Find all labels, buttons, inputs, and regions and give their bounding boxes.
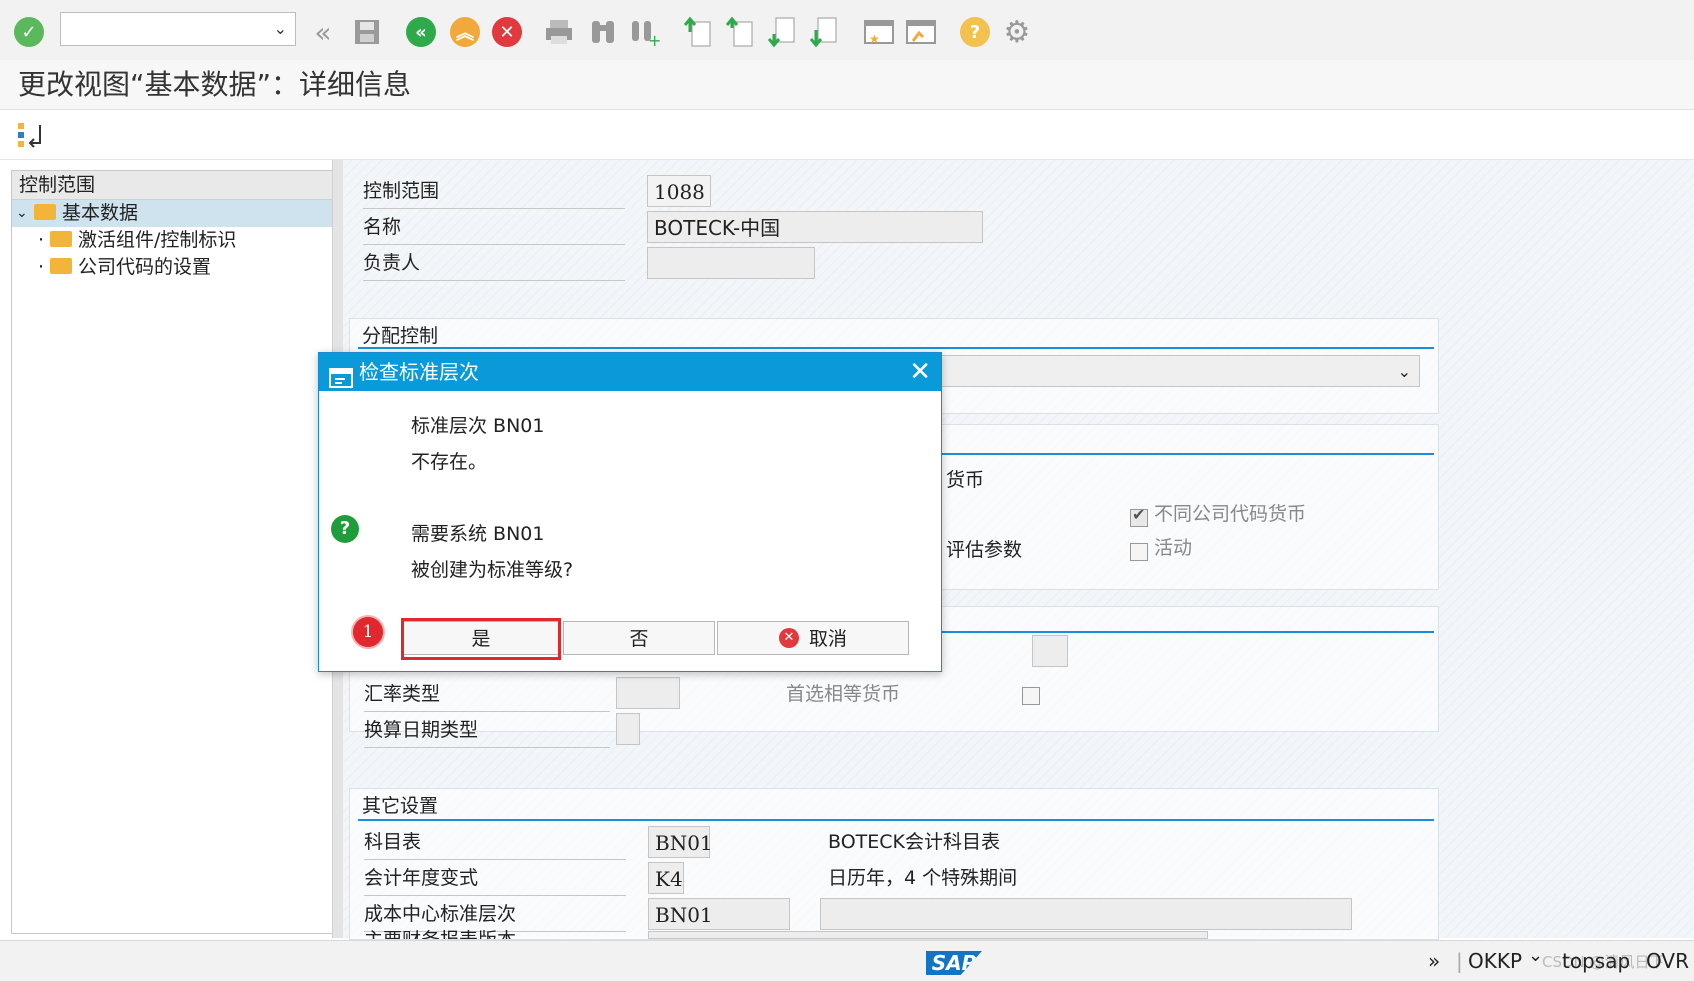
dialog-line-4: 被创建为标准等级? [411, 559, 574, 581]
application-toolbar [0, 111, 1694, 160]
translation-date-field[interactable] [616, 713, 640, 745]
nav-item-label: 激活组件/控制标识 [78, 229, 237, 251]
step-marker-badge: 1 [353, 617, 383, 647]
nav-item-basic-data[interactable]: ⌄ 基本数据 [12, 200, 333, 227]
dialog-line-2: 不存在。 [411, 451, 488, 473]
structure-toggle-icon[interactable] [16, 121, 46, 155]
chevron-down-icon[interactable]: ⌄ [274, 19, 287, 38]
chevron-down-icon[interactable]: ⌄ [1528, 945, 1543, 966]
other-settings-title: 其它设置 [362, 795, 439, 817]
cancel-icon[interactable]: ✕ [490, 15, 524, 49]
cc-hierarchy-desc-field[interactable] [820, 898, 1352, 930]
cancel-icon: ✕ [778, 627, 799, 648]
svg-text:+: + [648, 31, 660, 47]
name-field[interactable]: BOTECK-中国 [647, 211, 983, 243]
fs-version-label: 主要财务报表版本 [364, 927, 626, 939]
enter-icon[interactable]: ✓ [12, 15, 46, 49]
preferred-currency-label: 首选相等货币 [786, 683, 901, 705]
coa-desc: BOTECK会计科目表 [828, 831, 1000, 853]
shortcut-icon[interactable] [904, 15, 938, 49]
dialog-titlebar: 检查标准层次 ✕ [319, 353, 941, 391]
transaction-code: OKKP [1468, 949, 1523, 973]
preferred-currency-checkbox[interactable] [1022, 687, 1040, 705]
fy-variant-desc: 日历年，4 个特殊期间 [828, 867, 1018, 889]
sap-logo: SAP [926, 951, 982, 975]
rate-type-field[interactable] [616, 677, 680, 709]
cancel-button[interactable]: ✕ 取消 [717, 621, 909, 655]
dialog-structure-panel: 控制范围 ⌄ 基本数据 · 激活组件/控制标识 · 公司代码的设置 [11, 170, 334, 934]
command-field[interactable]: ⌄ [60, 12, 296, 46]
name-label: 名称 [363, 210, 625, 245]
yes-button[interactable]: 是 [401, 621, 561, 655]
nav-item-activate-components[interactable]: · 激活组件/控制标识 [12, 227, 333, 254]
valuation-partial-text: 评估参数 [946, 539, 1023, 561]
diff-cc-currency-label: 不同公司代码货币 [1154, 503, 1307, 525]
insert-mode: OVR [1646, 949, 1689, 973]
save-icon[interactable] [350, 15, 384, 49]
help-icon[interactable]: ? [958, 15, 992, 49]
question-icon: ? [331, 515, 359, 543]
control-area-label: 控制范围 [363, 174, 625, 209]
settings-icon[interactable]: ⚙ [1000, 15, 1034, 50]
folder-icon [50, 230, 72, 247]
last-page-icon[interactable] [808, 15, 842, 49]
prev-page-icon[interactable] [724, 15, 758, 49]
other-settings-group: 其它设置 科目表 BN01 BOTECK会计科目表 会计年度变式 K4 日历年，… [349, 788, 1439, 940]
status-bar: SAP » | OKKP ⌄ CSDN @清风日下 topsap OVR [0, 940, 1694, 981]
dialog-line-1: 标准层次 BN01 [411, 415, 545, 437]
responsible-label: 负责人 [363, 246, 625, 281]
nav-item-company-code-settings[interactable]: · 公司代码的设置 [12, 254, 333, 281]
fs-version-field[interactable] [648, 931, 1208, 939]
nav-item-label: 公司代码的设置 [78, 256, 212, 278]
active-label: 活动 [1154, 537, 1193, 559]
new-session-icon[interactable]: ★ [862, 15, 896, 49]
check-hierarchy-dialog: 检查标准层次 ✕ 标准层次 BN01 不存在。 ? 需要系统 BN01 被创建为… [318, 352, 942, 672]
active-checkbox[interactable] [1130, 543, 1148, 561]
folder-icon [50, 257, 72, 274]
svg-text:★: ★ [869, 32, 880, 46]
expand-status-icon[interactable]: » [1428, 949, 1440, 973]
page-title: 更改视图“基本数据”：详细信息 [0, 60, 1694, 110]
exit-icon[interactable]: ︽ [448, 15, 482, 49]
system-toolbar: ✓ ⌄ « « ︽ ✕ + ★ ? ⚙ [0, 0, 1694, 61]
assignment-title: 分配控制 [362, 325, 439, 347]
first-page-icon[interactable] [682, 15, 716, 49]
system-name: topsap [1562, 949, 1631, 973]
chevron-down-icon[interactable]: ⌄ [1398, 356, 1411, 388]
find-next-icon[interactable]: + [628, 15, 662, 49]
dialog-line-3: 需要系统 BN01 [411, 523, 545, 545]
assignment-dropdown[interactable]: ⌄ [940, 355, 1420, 387]
folder-open-icon [34, 203, 56, 220]
responsible-field[interactable] [647, 247, 815, 279]
currency-small-field[interactable] [1032, 635, 1068, 667]
back-double-icon[interactable]: « [306, 15, 340, 49]
coa-label: 科目表 [364, 825, 626, 860]
find-icon[interactable] [586, 15, 620, 49]
diff-cc-currency-checkbox[interactable]: ✔ [1130, 505, 1148, 527]
close-icon[interactable]: ✕ [909, 353, 931, 391]
rate-type-label: 汇率类型 [364, 677, 610, 712]
nav-header: 控制范围 [12, 171, 333, 200]
nav-item-label: 基本数据 [62, 202, 139, 224]
back-icon[interactable]: « [404, 15, 438, 49]
translation-date-label: 换算日期类型 [364, 713, 610, 748]
no-button[interactable]: 否 [563, 621, 715, 655]
dialog-title: 检查标准层次 [359, 360, 479, 384]
coa-field[interactable]: BN01 [648, 826, 713, 858]
cc-hierarchy-field[interactable]: BN01 [648, 898, 790, 930]
print-icon[interactable] [542, 15, 576, 49]
control-area-field[interactable]: 1088 [647, 175, 711, 207]
fy-variant-label: 会计年度变式 [364, 861, 626, 896]
chevron-down-icon[interactable]: ⌄ [16, 200, 28, 227]
currency-partial-text: 货币 [946, 469, 985, 491]
next-page-icon[interactable] [766, 15, 800, 49]
cancel-label: 取消 [808, 628, 847, 650]
fy-variant-field[interactable]: K4 [648, 862, 684, 894]
dialog-window-icon [329, 362, 353, 400]
